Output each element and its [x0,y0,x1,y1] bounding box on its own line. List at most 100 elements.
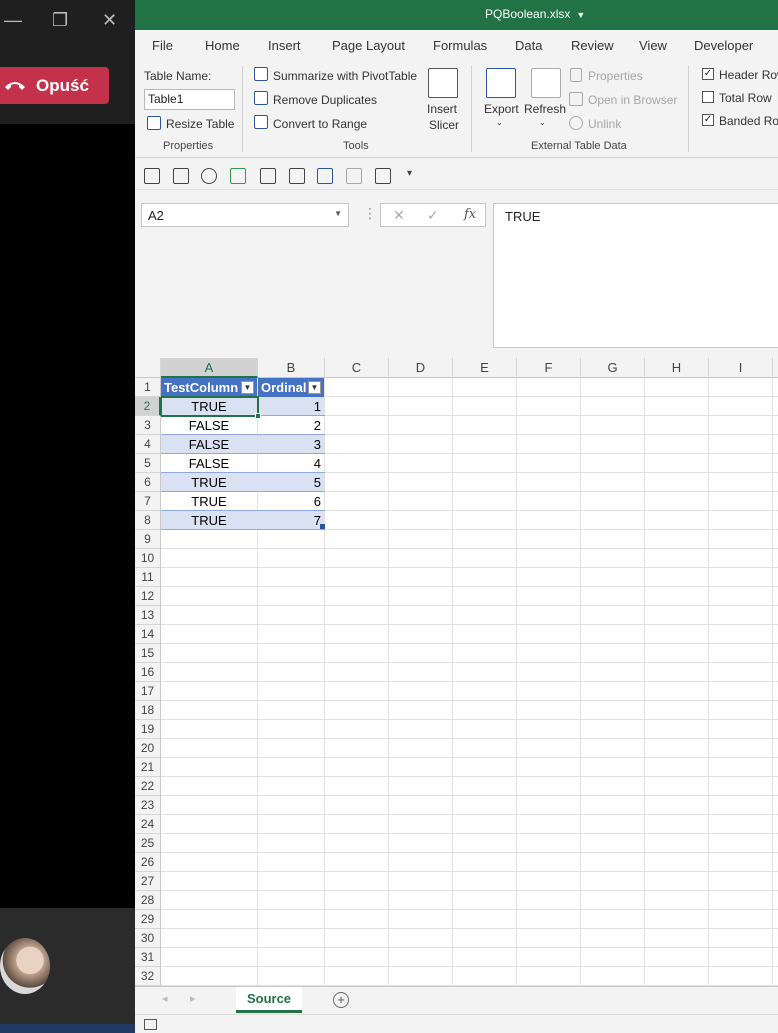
row-header-14[interactable]: 14 [135,625,161,644]
row-header-21[interactable]: 21 [135,758,161,777]
formula-input[interactable]: TRUE [493,203,778,348]
resize-handle-icon[interactable]: ⋮ [363,205,377,222]
table-name-input[interactable]: Table1 [144,89,235,110]
row-header-8[interactable]: 8 [135,511,161,530]
add-sheet-icon[interactable]: + [333,992,349,1008]
row-header-4[interactable]: 4 [135,435,161,454]
participant-avatar[interactable] [0,938,50,994]
row-header-11[interactable]: 11 [135,568,161,587]
tab-formulas[interactable]: Formulas [433,38,487,53]
row-header-1[interactable]: 1 [135,378,161,397]
column-header-d[interactable]: D [389,358,453,378]
hierarchy-icon[interactable] [144,168,160,184]
cell-ordinal[interactable]: 2 [258,416,324,434]
row-header-5[interactable]: 5 [135,454,161,473]
row-header-25[interactable]: 25 [135,834,161,853]
header-row-checkbox[interactable]: ✓ [702,68,714,80]
insert-slicer-button-line1[interactable]: Insert [427,102,457,116]
column-header-e[interactable]: E [453,358,517,378]
row-header-28[interactable]: 28 [135,891,161,910]
row-header-16[interactable]: 16 [135,663,161,682]
cell-testcolumn[interactable]: TRUE [161,511,257,529]
row-header-12[interactable]: 12 [135,587,161,606]
minimize-icon[interactable]: — [4,8,22,32]
row-header-3[interactable]: 3 [135,416,161,435]
tab-developer[interactable]: Developer [694,38,753,53]
tab-file[interactable]: File [152,38,173,53]
folder-icon[interactable] [173,168,189,184]
window-title[interactable]: PQBoolean.xlsx ▼ [485,7,585,21]
tab-review[interactable]: Review [571,38,614,53]
properties-button[interactable]: Properties [588,69,643,83]
scroll-right-icon[interactable]: ▸ [190,992,196,1005]
org-chart-icon[interactable] [375,168,391,184]
refresh-data-icon[interactable] [317,168,333,184]
row-header-10[interactable]: 10 [135,549,161,568]
sheet-tab-source[interactable]: Source [236,987,302,1013]
row-header-18[interactable]: 18 [135,701,161,720]
table-header-testcolumn[interactable]: TestColumn ▼ [161,378,257,397]
double-left-arrow-icon[interactable] [230,168,246,184]
back-icon[interactable] [201,168,217,184]
row-header-7[interactable]: 7 [135,492,161,511]
cell-ordinal[interactable]: 4 [258,454,324,472]
column-header-g[interactable]: G [581,358,645,378]
cell-testcolumn[interactable]: TRUE [161,492,257,510]
filter-dropdown-icon[interactable]: ▼ [241,381,254,394]
cell-testcolumn[interactable]: FALSE [161,454,257,472]
leave-call-button[interactable]: Opuść [0,67,109,104]
row-header-6[interactable]: 6 [135,473,161,492]
convert-to-range-button[interactable]: Convert to Range [273,117,367,131]
customize-toolbar-icon[interactable]: ▾ [407,168,412,179]
filter-dropdown-icon[interactable]: ▼ [308,381,321,394]
table-resize-handle[interactable] [320,524,325,529]
restore-icon[interactable]: ❐ [52,8,68,32]
tab-data[interactable]: Data [515,38,542,53]
cell-testcolumn[interactable]: FALSE [161,435,257,453]
column-header-f[interactable]: F [517,358,581,378]
unlink-button[interactable]: Unlink [588,117,621,131]
filter-clear-icon[interactable] [346,168,362,184]
close-icon[interactable]: ✕ [102,8,117,32]
open-in-browser-button[interactable]: Open in Browser [588,93,677,107]
column-header-h[interactable]: H [645,358,709,378]
tab-insert[interactable]: Insert [268,38,301,53]
summarize-pivot-button[interactable]: Summarize with PivotTable [273,69,417,83]
row-header-20[interactable]: 20 [135,739,161,758]
refresh-button[interactable]: Refresh [524,102,566,116]
fill-handle[interactable] [255,413,261,419]
row-header-31[interactable]: 31 [135,948,161,967]
total-row-checkbox[interactable] [702,91,714,103]
document-search-icon[interactable] [289,168,305,184]
row-header-22[interactable]: 22 [135,777,161,796]
column-header-b[interactable]: B [258,358,325,378]
column-header-i[interactable]: I [709,358,773,378]
cell-testcolumn[interactable]: TRUE [161,473,257,491]
tab-home[interactable]: Home [205,38,240,53]
table-header-ordinal[interactable]: Ordinal ▼ [258,378,324,397]
form-icon[interactable] [260,168,276,184]
insert-slicer-button-line2[interactable]: Slicer [429,118,459,132]
insert-function-icon[interactable]: fx [464,207,476,222]
row-header-26[interactable]: 26 [135,853,161,872]
row-header-23[interactable]: 23 [135,796,161,815]
row-header-2[interactable]: 2 [135,397,161,416]
row-header-30[interactable]: 30 [135,929,161,948]
name-box[interactable]: A2 ▼ [141,203,349,227]
cell-testcolumn[interactable]: FALSE [161,416,257,434]
row-header-15[interactable]: 15 [135,644,161,663]
cell-ordinal[interactable]: 7 [258,511,324,529]
export-button[interactable]: Export [484,102,519,116]
cell-ordinal[interactable]: 5 [258,473,324,491]
resize-table-button[interactable]: Resize Table [166,117,234,131]
row-header-32[interactable]: 32 [135,967,161,986]
banded-rows-checkbox[interactable]: ✓ [702,114,714,126]
select-all-corner[interactable] [135,358,161,378]
worksheet-grid[interactable]: TestColumn ▼ Ordinal ▼ TRUE 1 FALSE 2 FALSE 3 FALS… [135,358,778,986]
row-header-19[interactable]: 19 [135,720,161,739]
scroll-left-icon[interactable]: ◂ [162,992,168,1005]
column-header-a[interactable]: A [161,358,258,378]
row-header-13[interactable]: 13 [135,606,161,625]
column-header-c[interactable]: C [325,358,389,378]
cell-ordinal[interactable]: 1 [258,397,324,415]
